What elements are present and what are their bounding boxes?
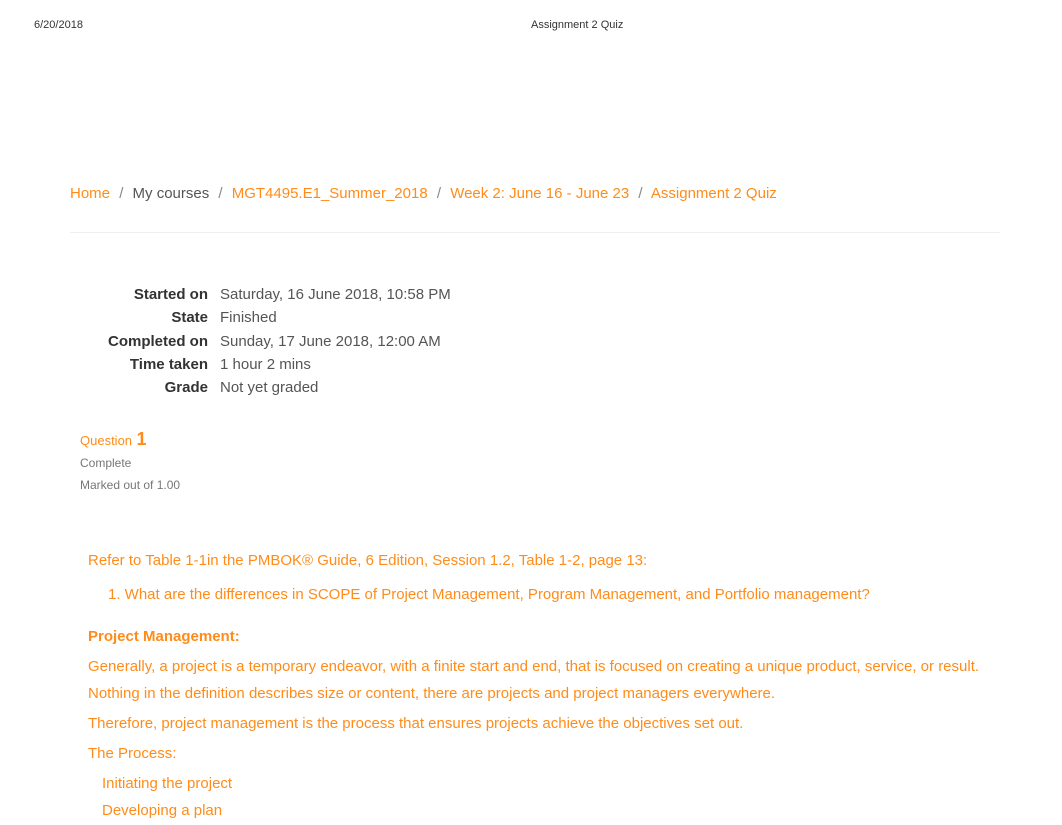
label-state: State [80,306,220,329]
breadcrumb-sep: / [638,185,642,202]
process-item: Developing a plan [102,797,1000,825]
print-date: 6/20/2018 [34,19,83,31]
question-label: Question [80,433,132,448]
print-title: Assignment 2 Quiz [531,19,623,31]
question-header: Question 1 Complete Marked out of 1.00 [80,429,1000,492]
value-completed: Sunday, 17 June 2018, 12:00 AM [220,330,441,353]
label-completed: Completed on [80,330,220,353]
summary-row-grade: Grade Not yet graded [80,376,1000,399]
question-number: 1 [137,429,147,449]
breadcrumb-week[interactable]: Week 2: June 16 - June 23 [450,185,629,202]
process-list: Initiating the project Developing a plan [102,770,1000,825]
breadcrumb-sep: / [218,185,222,202]
prompt-question-1: 1. What are the differences in SCOPE of … [108,581,1000,609]
value-timetaken: 1 hour 2 mins [220,353,311,376]
breadcrumb-course[interactable]: MGT4495.E1_Summer_2018 [232,185,428,202]
breadcrumb-mycourses: My courses [133,185,210,202]
breadcrumb-sep: / [119,185,123,202]
page-content: Home / My courses / MGT4495.E1_Summer_20… [70,185,1000,825]
breadcrumb-home[interactable]: Home [70,185,110,202]
question-body: Refer to Table 1-1in the PMBOK® Guide, 6… [88,547,1000,825]
divider [70,232,1000,233]
pm-heading: Project Management: [88,623,1000,651]
value-grade: Not yet graded [220,376,318,399]
question-status: Complete [80,456,1000,470]
label-timetaken: Time taken [80,353,220,376]
breadcrumb-sep: / [437,185,441,202]
summary-row-completed: Completed on Sunday, 17 June 2018, 12:00… [80,330,1000,353]
value-started: Saturday, 16 June 2018, 10:58 PM [220,283,451,306]
breadcrumb: Home / My courses / MGT4495.E1_Summer_20… [70,185,1000,202]
summary-row-timetaken: Time taken 1 hour 2 mins [80,353,1000,376]
summary-row-started: Started on Saturday, 16 June 2018, 10:58… [80,283,1000,306]
pm-paragraph-2: Therefore, project management is the pro… [88,710,988,738]
process-item: Initiating the project [102,770,1000,798]
process-label: The Process: [88,740,988,768]
attempt-summary: Started on Saturday, 16 June 2018, 10:58… [80,283,1000,399]
label-grade: Grade [80,376,220,399]
prompt-intro: Refer to Table 1-1in the PMBOK® Guide, 6… [88,547,988,575]
value-state: Finished [220,306,277,329]
pm-paragraph-1: Generally, a project is a temporary ende… [88,653,988,709]
summary-row-state: State Finished [80,306,1000,329]
breadcrumb-current[interactable]: Assignment 2 Quiz [651,185,777,202]
label-started: Started on [80,283,220,306]
question-marks: Marked out of 1.00 [80,478,1000,492]
